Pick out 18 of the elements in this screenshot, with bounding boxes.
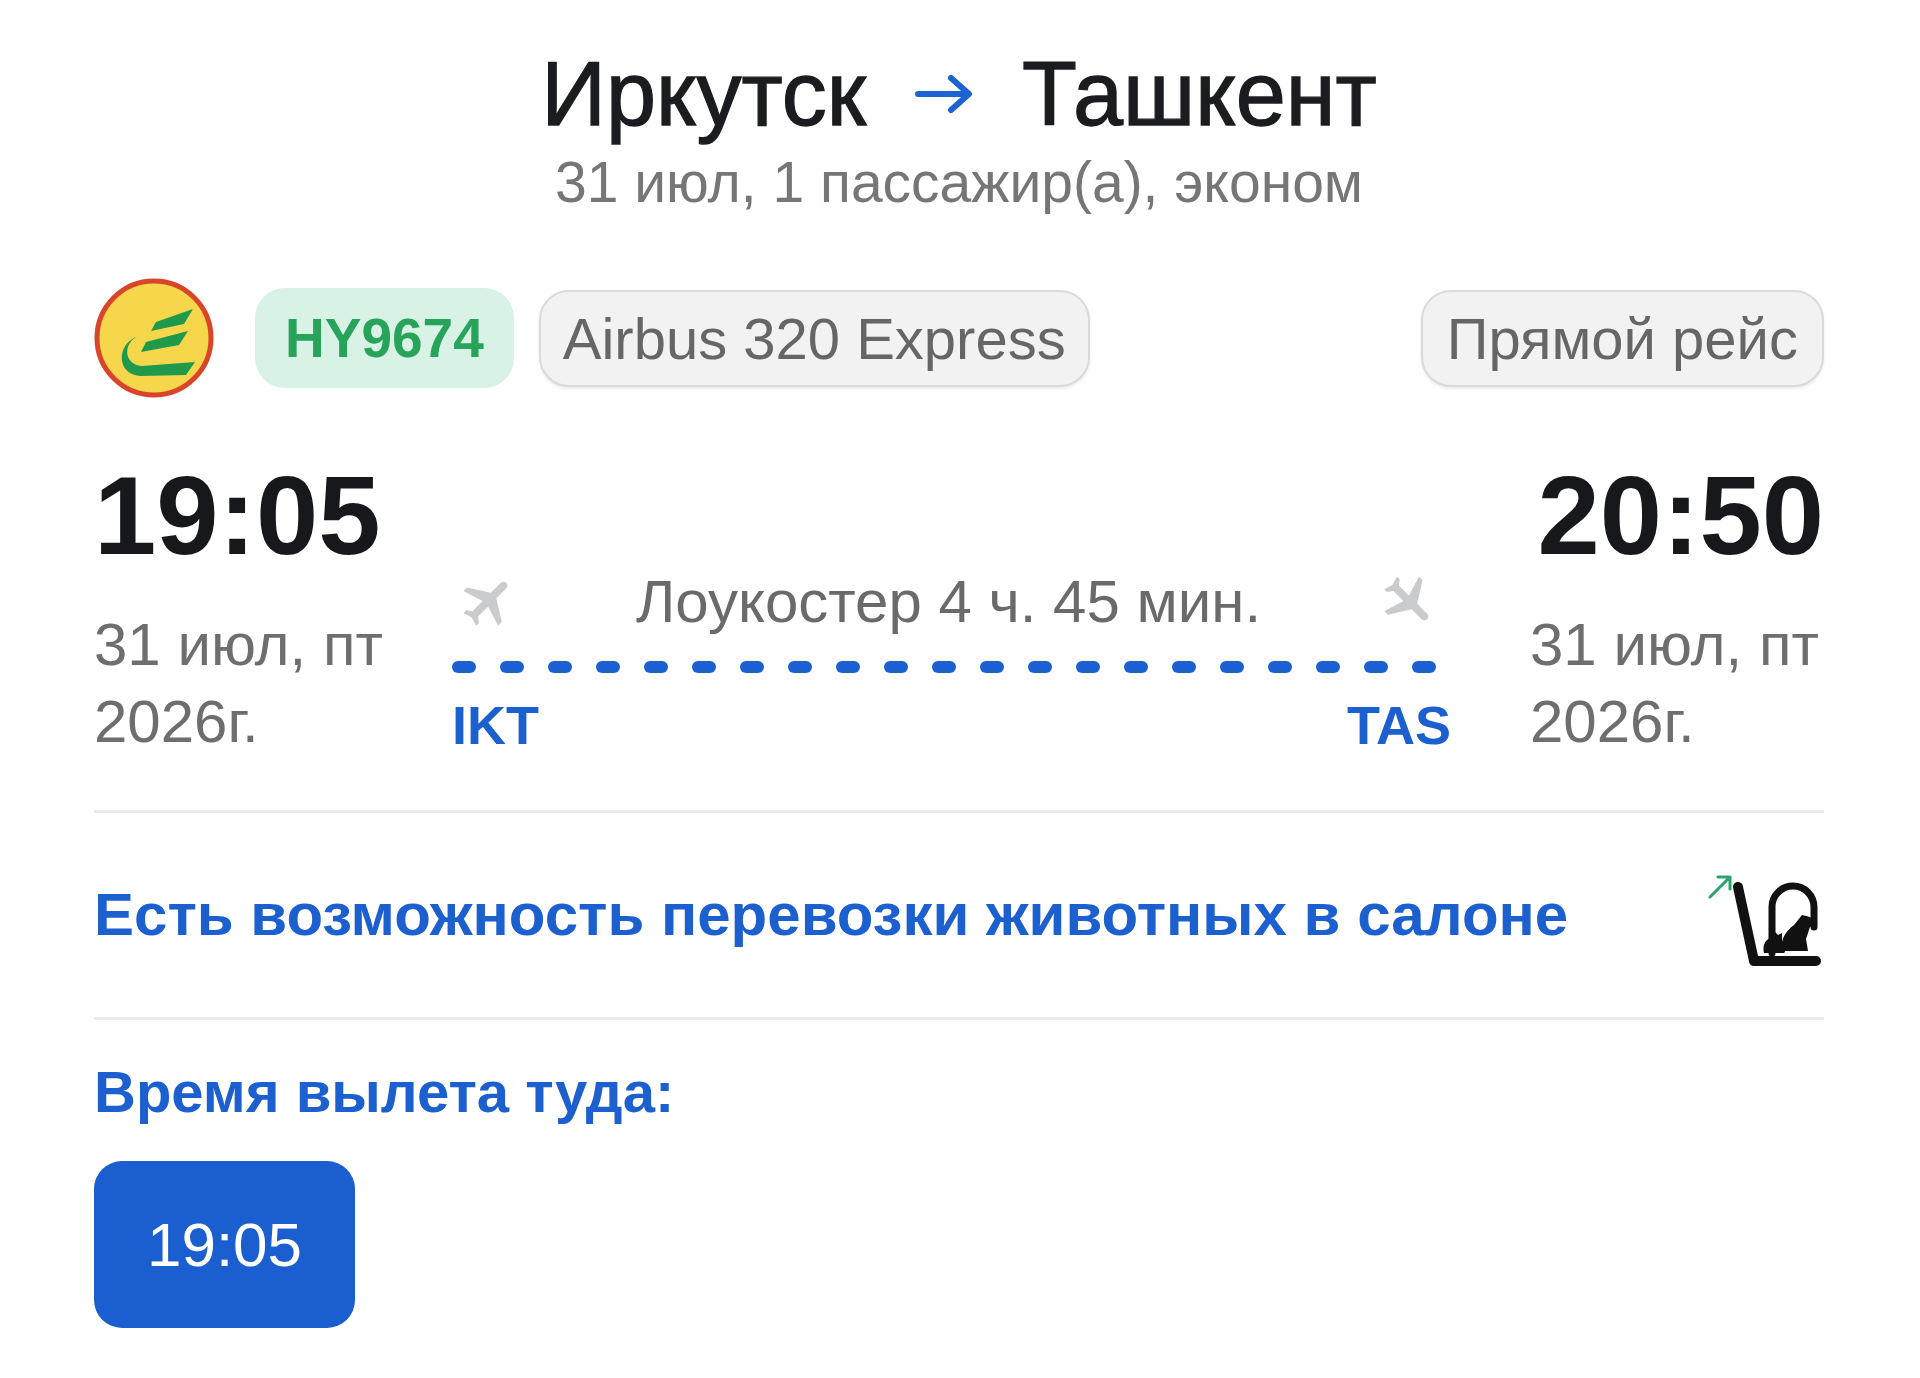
arrival-time: 20:50 — [1537, 460, 1824, 572]
trip-details: 31 июл, 1 пассажир(а), эконом — [554, 149, 1364, 216]
departure-date: 31 июл, пт 2026г. — [94, 610, 384, 757]
arrival-airport-code: TAS — [1347, 695, 1451, 755]
aircraft-badge: Airbus 320 Express — [538, 289, 1090, 387]
flight-number-badge: HY9674 — [255, 288, 514, 388]
departure-airport-code: IKT — [452, 695, 539, 755]
arrival-date: 31 июл, пт 2026г. — [1530, 610, 1820, 757]
departure-times-title: Время вылета туда: — [94, 1058, 675, 1126]
pets-in-cabin-note: Есть возможность перевозки животных в салоне — [94, 880, 1569, 950]
departure-time-option[interactable]: 19:05 — [94, 1161, 355, 1328]
route-type-badge: Прямой рейс — [1420, 289, 1824, 387]
departure-time: 19:05 — [94, 460, 382, 572]
origin-city: Иркутск — [541, 43, 867, 146]
arrow-right-icon — [914, 73, 975, 115]
destination-city: Ташкент — [1022, 43, 1377, 146]
flight-duration: Лоукостер 4 ч. 45 мин. — [635, 571, 1262, 633]
airline-logo-icon — [94, 278, 214, 398]
